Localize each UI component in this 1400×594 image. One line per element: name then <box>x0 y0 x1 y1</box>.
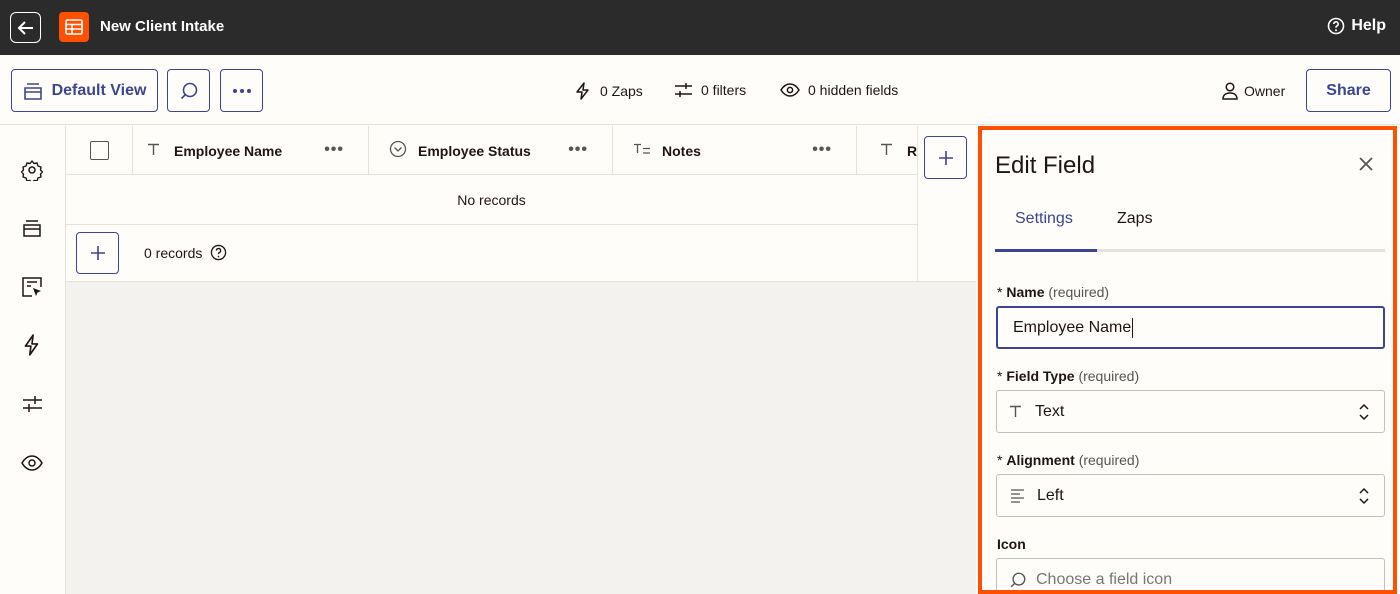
alignment-select[interactable]: Left <box>996 474 1385 517</box>
name-input[interactable]: Employee Name <box>996 306 1385 349</box>
panel-title: Edit Field <box>995 152 1096 179</box>
hidden-fields-button[interactable]: 0 hidden fields <box>780 82 898 98</box>
add-field-button[interactable] <box>924 136 967 179</box>
help-button[interactable]: Help <box>1327 17 1386 35</box>
column-label: R <box>907 142 917 159</box>
filter-sliders-icon <box>675 83 692 97</box>
text-type-icon <box>1009 405 1022 418</box>
column-menu-icon[interactable]: ••• <box>568 141 588 159</box>
table-icon <box>59 12 89 42</box>
add-record-button[interactable] <box>76 232 119 274</box>
long-text-icon <box>633 143 651 159</box>
default-view-button[interactable]: Default View <box>11 69 158 112</box>
column-header-employee-status[interactable]: Employee Status ••• <box>369 126 613 175</box>
ellipsis-icon <box>232 88 251 93</box>
zaps-label: 0 Zaps <box>600 83 643 99</box>
column-label: Employee Status <box>418 142 531 159</box>
back-button[interactable] <box>10 12 41 43</box>
filters-button[interactable]: 0 filters <box>674 82 746 98</box>
grid-footer-row: 0 records <box>66 225 917 282</box>
hidden-fields-label: 0 hidden fields <box>808 82 899 98</box>
default-view-label: Default View <box>51 81 147 99</box>
records-grid: Employee Name ••• Employee Status ••• No… <box>66 126 976 594</box>
search-icon <box>1009 571 1027 589</box>
grid-header-row: Employee Name ••• Employee Status ••• No… <box>66 126 917 175</box>
filters-label: 0 filters <box>701 82 747 98</box>
dropdown-circle-icon <box>389 140 407 161</box>
left-sidebar <box>0 126 66 594</box>
column-header-employee-name[interactable]: Employee Name ••• <box>133 126 369 175</box>
filter-sliders-icon[interactable] <box>21 393 43 415</box>
records-count: 0 records <box>144 244 227 261</box>
text-caret <box>1132 317 1134 338</box>
records-count-label: 0 records <box>144 244 203 261</box>
user-icon <box>1222 82 1238 100</box>
toolbar: Default View 0 Zaps 0 filters 0 hidden f… <box>0 55 1400 125</box>
column-header-notes[interactable]: Notes ••• <box>613 126 857 175</box>
interface-cursor-icon[interactable] <box>21 276 43 298</box>
views-icon <box>23 82 42 100</box>
plus-icon <box>90 246 105 260</box>
select-all-cell <box>66 126 133 175</box>
plus-icon <box>938 150 953 165</box>
add-column-area <box>917 126 976 282</box>
lightning-icon <box>576 82 589 100</box>
help-icon[interactable] <box>210 244 227 261</box>
icon-label: Icon <box>997 536 1026 552</box>
icon-picker-input[interactable]: Choose a field icon <box>996 558 1385 590</box>
app-title[interactable]: New Client Intake <box>100 18 224 35</box>
search-icon <box>180 82 197 99</box>
help-icon <box>1328 17 1345 35</box>
settings-gear-icon[interactable] <box>21 159 43 181</box>
select-all-checkbox[interactable] <box>89 141 109 160</box>
icon-picker-placeholder: Choose a field icon <box>1036 570 1173 588</box>
top-bar: New Client Intake Help <box>0 0 1400 55</box>
panel-tabs: Settings Zaps <box>995 202 1385 252</box>
tab-settings[interactable]: Settings <box>1015 210 1073 228</box>
chevron-up-down-icon <box>1359 487 1369 505</box>
owner-indicator[interactable]: Owner <box>1222 82 1285 100</box>
close-button[interactable] <box>1354 152 1378 176</box>
share-button[interactable]: Share <box>1306 69 1391 112</box>
help-label: Help <box>1351 17 1386 34</box>
name-input-value: Employee Name <box>1013 318 1132 336</box>
eye-icon[interactable] <box>21 452 43 474</box>
owner-label: Owner <box>1244 83 1286 99</box>
text-type-icon <box>880 143 893 159</box>
alignment-value: Left <box>1037 486 1064 504</box>
name-field-label: * Name (required) <box>997 284 1110 300</box>
active-tab-indicator <box>995 249 1097 252</box>
more-options-button[interactable] <box>220 69 263 112</box>
align-left-icon <box>1010 488 1025 503</box>
alignment-label: * Alignment (required) <box>997 452 1140 468</box>
column-menu-icon[interactable]: ••• <box>812 141 832 159</box>
edit-field-panel: Edit Field Settings Zaps * Name (require… <box>978 126 1397 594</box>
views-icon[interactable] <box>21 217 43 239</box>
lightning-icon[interactable] <box>21 334 43 356</box>
arrow-left-icon <box>17 20 33 35</box>
column-header-partial[interactable]: R <box>857 126 917 175</box>
chevron-up-down-icon <box>1359 403 1369 421</box>
tab-zaps[interactable]: Zaps <box>1117 210 1153 228</box>
close-icon <box>1359 157 1373 171</box>
column-label: Employee Name <box>174 142 283 159</box>
zaps-link[interactable]: 0 Zaps <box>574 82 643 100</box>
eye-icon <box>780 83 800 97</box>
field-type-label: * Field Type (required) <box>997 368 1140 384</box>
text-type-icon <box>147 143 160 159</box>
search-button[interactable] <box>167 69 210 112</box>
column-label: Notes <box>662 142 701 159</box>
empty-state-message: No records <box>66 175 917 225</box>
field-type-value: Text <box>1035 402 1065 420</box>
column-menu-icon[interactable]: ••• <box>324 141 344 159</box>
field-type-select[interactable]: Text <box>996 390 1385 433</box>
